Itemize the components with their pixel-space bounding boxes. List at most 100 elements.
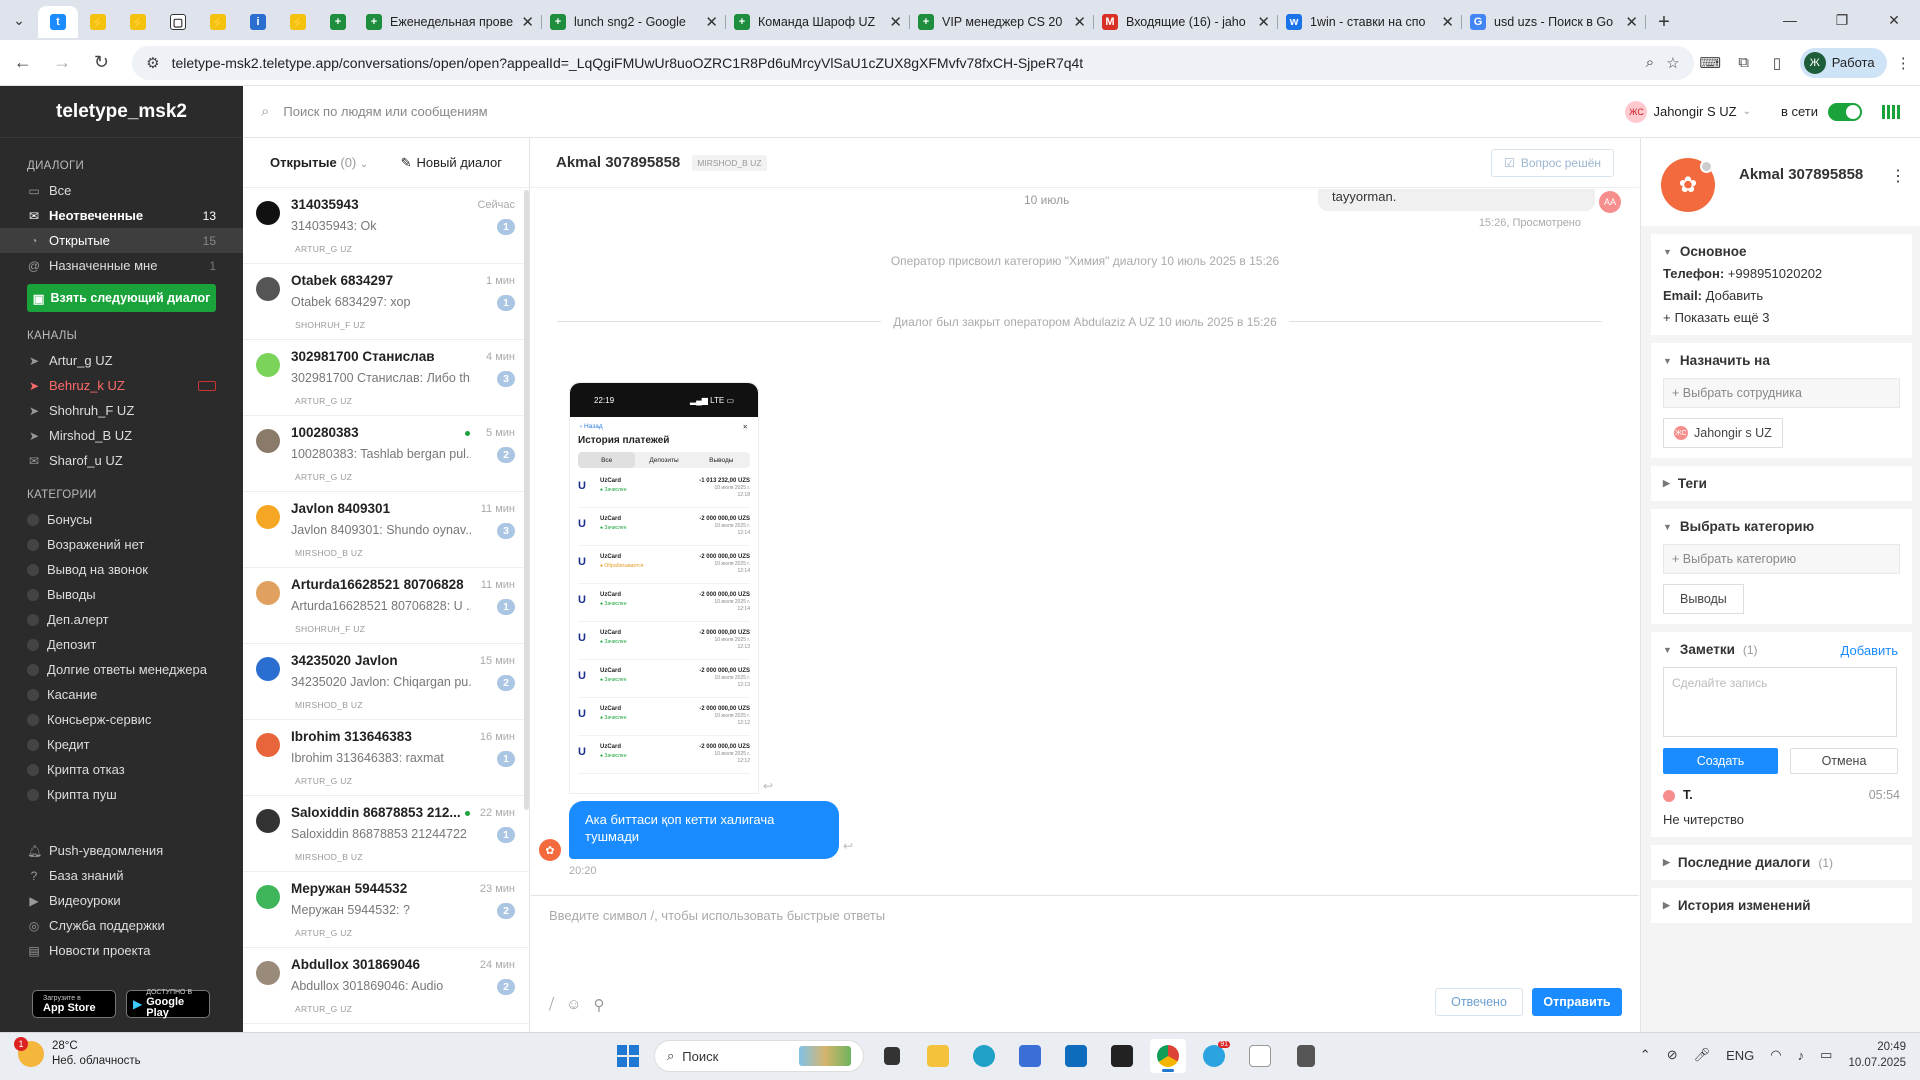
assign-toggle[interactable]: ▼ Назначить на xyxy=(1663,353,1900,368)
browser-tab[interactable]: w 1win - ставки на спо ✕ xyxy=(1278,6,1462,38)
maximize-icon[interactable]: ❐ xyxy=(1816,0,1868,40)
add-note-link[interactable]: Добавить xyxy=(1841,643,1898,658)
volume-icon[interactable]: ♪ xyxy=(1798,1048,1805,1063)
category-item[interactable]: Кредит xyxy=(0,732,243,757)
select-category[interactable]: + Выбрать категорию xyxy=(1663,544,1900,574)
conversation-item[interactable]: Arturda16628521 80706828 11 мин Arturda1… xyxy=(243,568,529,644)
taskbar-search[interactable]: ⌕ Поиск xyxy=(654,1040,864,1072)
minimize-icon[interactable]: — xyxy=(1764,0,1816,40)
back-arrow-icon[interactable]: ← xyxy=(6,46,39,80)
conversation-item[interactable]: Ibrohim 313646383 16 мин Ibrohim 3136463… xyxy=(243,720,529,796)
tab-search-chevron-icon[interactable]: ⌄ xyxy=(0,0,38,40)
message-input[interactable] xyxy=(549,908,1609,968)
global-search-input[interactable] xyxy=(283,104,784,119)
link-support[interactable]: ◎ Служба поддержки xyxy=(0,913,243,938)
show-more-link[interactable]: + Показать ещё 3 xyxy=(1663,310,1900,325)
profile-button[interactable]: Ж Работа xyxy=(1799,47,1887,78)
select-employee[interactable]: + Выбрать сотрудника xyxy=(1663,378,1900,408)
emoji-icon[interactable]: ☺ xyxy=(566,996,581,1014)
conversation-item[interactable]: 302981700 Станислав 4 мин 302981700 Стан… xyxy=(243,340,529,416)
app-store-badge[interactable]: Загрузите в App Store xyxy=(32,990,116,1018)
category-toggle[interactable]: ▼ Выбрать категорию xyxy=(1663,519,1900,534)
language-indicator[interactable]: ENG xyxy=(1726,1048,1754,1063)
category-item[interactable]: Касание xyxy=(0,682,243,707)
app-logo[interactable]: teletype_msk2 xyxy=(0,86,243,138)
tab-teletype-active[interactable]: t xyxy=(38,6,78,38)
close-tab-icon[interactable]: ✕ xyxy=(705,13,718,31)
online-toggle[interactable] xyxy=(1828,102,1862,121)
more-options-icon[interactable]: ⋮ xyxy=(1890,166,1906,186)
conversation-item[interactable]: Javlon 8409301 11 мин Javlon 8409301: Sh… xyxy=(243,492,529,568)
create-note-button[interactable]: Создать xyxy=(1663,748,1778,774)
category-item[interactable]: Вывод на звонок xyxy=(0,557,243,582)
edge-icon[interactable] xyxy=(966,1039,1002,1073)
chevron-up-icon[interactable]: ⌃ xyxy=(1640,1047,1651,1063)
category-item[interactable]: Выводы xyxy=(0,582,243,607)
close-tab-icon[interactable]: ✕ xyxy=(1441,13,1454,31)
signature-app-icon[interactable] xyxy=(1242,1039,1278,1073)
tab-pinned-5[interactable]: i xyxy=(238,6,278,38)
category-item[interactable]: Деп.алерт xyxy=(0,607,243,632)
conversation-item[interactable]: Меружан 5944532 23 мин Меружан 5944532: … xyxy=(243,872,529,948)
outlook-icon[interactable] xyxy=(1058,1039,1094,1073)
extensions-icon[interactable]: ⧉ xyxy=(1727,54,1760,71)
close-tab-icon[interactable]: ✕ xyxy=(889,13,902,31)
conversation-item[interactable]: Otabek 6834297 1 мин Otabek 6834297: хор… xyxy=(243,264,529,340)
category-item[interactable]: Бонусы xyxy=(0,507,243,532)
category-item[interactable]: Возражений нет xyxy=(0,532,243,557)
history-toggle[interactable]: ▶ История изменений xyxy=(1663,898,1900,913)
channel-behruz[interactable]: ➤ Behruz_k UZ xyxy=(0,373,243,398)
conversation-item[interactable]: 34235020 Javlon 15 мин 34235020 Javlon: … xyxy=(243,644,529,720)
question-resolved-button[interactable]: ☑ Вопрос решён xyxy=(1491,148,1614,177)
link-news[interactable]: ▤ Новости проекта xyxy=(0,938,243,963)
tab-pinned-6[interactable]: ⚡ xyxy=(278,6,318,38)
bookmark-star-icon[interactable]: ☆ xyxy=(1666,54,1679,72)
assignee-chip[interactable]: ЖС Jahongir s UZ xyxy=(1663,418,1783,448)
terminal-icon[interactable] xyxy=(1104,1039,1140,1073)
sidebar-item-unanswered[interactable]: ✉ Неотвеченные 13 xyxy=(0,203,243,228)
clock[interactable]: 20:49 10.07.2025 xyxy=(1848,1039,1906,1071)
weather-widget[interactable]: 1 28°C Неб. облачность xyxy=(14,1037,141,1069)
close-tab-icon[interactable]: ✕ xyxy=(1625,13,1638,31)
sidebar-item-assigned[interactable]: @ Назначенные мне 1 xyxy=(0,253,243,278)
sidebar-item-open[interactable]: ◔ Открытые 15 xyxy=(0,228,243,253)
conversation-item[interactable]: Abdullox 301869046 24 мин Abdullox 30186… xyxy=(243,948,529,1024)
link-knowledge-base[interactable]: ? База знаний xyxy=(0,863,243,888)
browser-tab[interactable]: + Команда Шароф UZ ✕ xyxy=(726,6,910,38)
reload-icon[interactable]: ↻ xyxy=(85,46,118,80)
answered-button[interactable]: Отвечено xyxy=(1435,988,1523,1016)
microphone-icon[interactable]: 🎤︎ xyxy=(1694,1047,1711,1063)
conversation-item[interactable]: 314035943 Сейчас 314035943: Ok 1 ARTUR_G… xyxy=(243,188,529,264)
zoom-icon[interactable]: ⌕ xyxy=(1646,54,1654,71)
link-video-lessons[interactable]: ▶ Видеоуроки xyxy=(0,888,243,913)
tab-pinned-1[interactable]: ⚡ xyxy=(78,6,118,38)
phone-value[interactable]: +998951020202 xyxy=(1728,266,1822,281)
sidebar-item-all[interactable]: ▭ Все xyxy=(0,178,243,203)
site-info-icon[interactable]: ⚙ xyxy=(146,54,159,72)
channel-sharof[interactable]: ✉ Sharof_u UZ xyxy=(0,448,243,473)
browser-tab[interactable]: + Еженедельная прове ✕ xyxy=(358,6,542,38)
new-tab-button[interactable]: + xyxy=(1646,6,1682,38)
tab-pinned-2[interactable]: ⚡ xyxy=(118,6,158,38)
close-tab-icon[interactable]: ✕ xyxy=(521,13,534,31)
category-chip[interactable]: Выводы xyxy=(1663,584,1744,614)
translate-icon[interactable]: ⌨ xyxy=(1694,54,1727,72)
browser-menu-icon[interactable]: ⋮ xyxy=(1887,54,1920,72)
forward-arrow-icon[interactable]: → xyxy=(45,46,78,80)
note-input[interactable] xyxy=(1663,667,1897,737)
quick-reply-icon[interactable]: ⧸ xyxy=(549,996,554,1014)
sidepanel-icon[interactable]: ▯ xyxy=(1760,54,1793,72)
send-button[interactable]: Отправить xyxy=(1532,988,1622,1016)
reply-icon[interactable]: ↩ xyxy=(763,779,773,793)
new-dialog-button[interactable]: ✎ Новый диалог xyxy=(401,155,502,171)
tab-pinned-4[interactable]: ⚡ xyxy=(198,6,238,38)
conversation-item[interactable]: Saloxiddin 86878853 212... 22 мин Saloxi… xyxy=(243,796,529,872)
network-off-icon[interactable]: ⊘ xyxy=(1667,1047,1678,1063)
browser-tab[interactable]: + lunch sng2 - Google ✕ xyxy=(542,6,726,38)
channel-artur[interactable]: ➤ Artur_g UZ xyxy=(0,348,243,373)
browser-tab[interactable]: + VIP менеджер CS 20 ✕ xyxy=(910,6,1094,38)
category-item[interactable]: Депозит xyxy=(0,632,243,657)
category-item[interactable]: Долгие ответы менеджера xyxy=(0,657,243,682)
store-icon[interactable] xyxy=(1012,1039,1048,1073)
browser-tab[interactable]: Gusd uzs - Поиск в Go ✕ xyxy=(1462,6,1646,38)
